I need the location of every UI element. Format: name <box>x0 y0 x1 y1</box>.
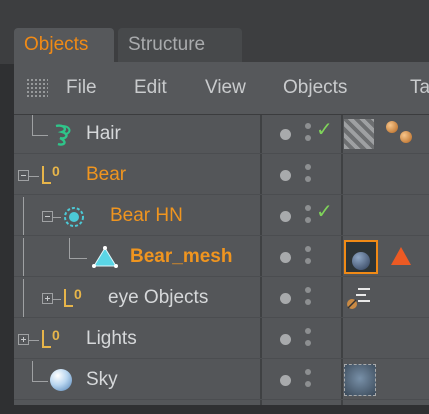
tree-line <box>23 238 24 276</box>
tree-line <box>29 340 39 341</box>
tree-line <box>53 217 61 218</box>
editor-render-dots[interactable] <box>305 328 311 350</box>
tree-line <box>69 238 70 258</box>
tab-bar: Objects Structure <box>0 0 429 64</box>
enabled-check-icon[interactable]: ✓ <box>316 117 333 142</box>
object-label: Lights <box>86 328 137 349</box>
polygon-mesh-icon <box>92 246 118 268</box>
menu-objects[interactable]: Objects <box>283 62 347 114</box>
tree-line <box>23 197 24 235</box>
object-label: Bear_mesh <box>130 246 233 267</box>
object-manager-window: Objects Structure File Edit View Objects… <box>0 0 429 414</box>
tree-line <box>32 381 48 382</box>
collapse-toggle-icon[interactable] <box>18 170 29 181</box>
collapse-toggle-icon[interactable] <box>42 211 53 222</box>
visibility-dot[interactable] <box>280 334 291 345</box>
visibility-dot[interactable] <box>280 375 291 386</box>
visibility-dot[interactable] <box>280 129 291 140</box>
editor-render-dots[interactable] <box>305 287 311 309</box>
null-object-icon: 0 <box>42 163 68 186</box>
expand-toggle-icon[interactable] <box>18 334 29 345</box>
tree-line <box>53 299 61 300</box>
sky-material-tag-icon[interactable] <box>344 364 376 396</box>
menu-tag[interactable]: Tag <box>410 62 429 114</box>
visibility-dot[interactable] <box>280 252 291 263</box>
tab-objects[interactable]: Objects <box>14 28 114 62</box>
tree-line <box>32 115 33 135</box>
editor-render-dots[interactable] <box>305 369 311 391</box>
hair-icon <box>55 124 71 146</box>
object-row-bear-hn[interactable]: Bear HN ✓ <box>14 197 429 236</box>
visibility-dot[interactable] <box>280 211 291 222</box>
editor-render-dots[interactable] <box>305 205 311 227</box>
object-row-eye-objects[interactable]: 0 eye Objects <box>14 279 429 318</box>
null-object-icon: 0 <box>64 286 90 309</box>
hair-tag-ball-icon[interactable] <box>400 131 412 143</box>
null-object-icon: 0 <box>42 327 68 350</box>
editor-render-dots[interactable] <box>305 164 311 186</box>
editor-render-dots[interactable] <box>305 123 311 145</box>
tab-structure[interactable]: Structure <box>118 28 242 62</box>
tree-line <box>29 176 39 177</box>
object-row-bear-mesh[interactable]: Bear_mesh <box>14 238 429 277</box>
object-label: Bear <box>86 164 127 185</box>
sky-icon <box>50 369 72 391</box>
expand-toggle-icon[interactable] <box>42 293 53 304</box>
object-row-bear[interactable]: 0 Bear <box>14 156 429 195</box>
hair-material-tag-icon[interactable] <box>344 119 374 149</box>
grip-handle-icon[interactable] <box>26 78 48 98</box>
menu-bar: File Edit View Objects Tag <box>14 62 429 115</box>
hypernurbs-icon <box>64 207 84 227</box>
editor-render-dots[interactable] <box>305 246 311 268</box>
visibility-dot[interactable] <box>280 293 291 304</box>
tree-line <box>32 135 48 136</box>
object-row-sky[interactable]: Sky <box>14 361 429 400</box>
menu-view[interactable]: View <box>205 62 246 114</box>
phong-tag-icon[interactable] <box>390 246 412 266</box>
menu-file[interactable]: File <box>66 62 97 114</box>
object-label: Bear HN <box>110 205 183 226</box>
object-label: Sky <box>86 369 118 390</box>
enabled-check-icon[interactable]: ✓ <box>316 199 333 224</box>
tree-line <box>32 361 33 381</box>
tree-line <box>69 258 87 259</box>
constraint-tag-icon[interactable] <box>346 285 376 311</box>
object-row-lights[interactable]: 0 Lights <box>14 320 429 359</box>
menu-edit[interactable]: Edit <box>134 62 167 114</box>
material-tag-icon[interactable] <box>344 240 378 274</box>
object-row-hair[interactable]: Hair ✓ <box>14 115 429 154</box>
tree-line <box>23 279 24 317</box>
object-label: Hair <box>86 123 121 144</box>
visibility-dot[interactable] <box>280 170 291 181</box>
hair-tag-ball-icon[interactable] <box>386 121 398 133</box>
object-list: Hair ✓ 0 Bear Bear HN ✓ Bear_mesh 0 eye … <box>14 115 429 405</box>
object-label: eye Objects <box>108 287 209 308</box>
